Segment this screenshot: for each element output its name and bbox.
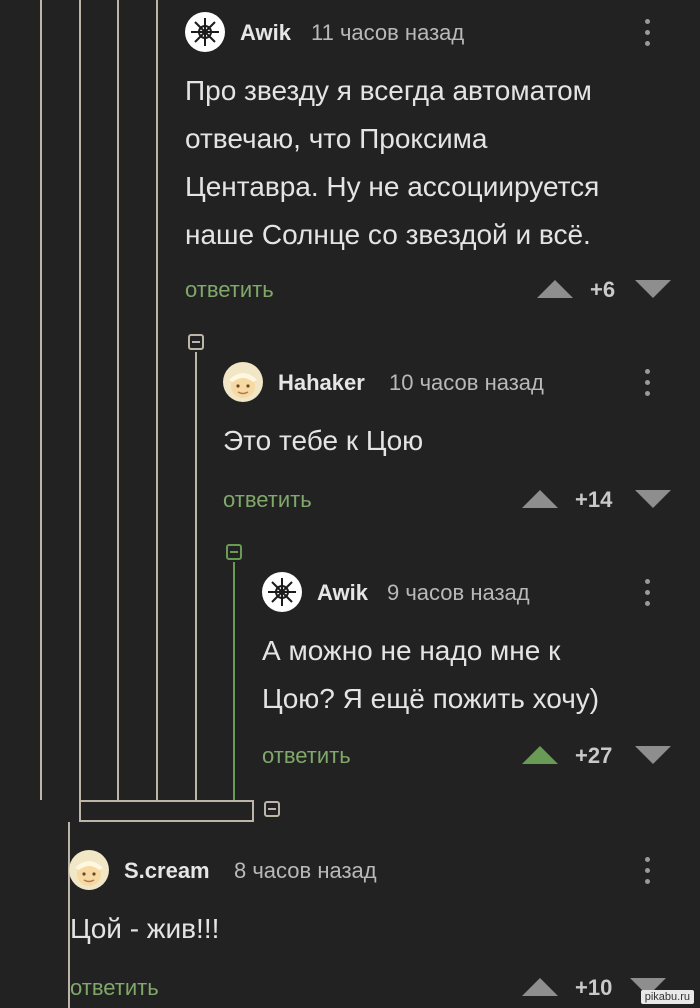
comment-author[interactable]: Hahaker bbox=[278, 370, 365, 396]
comment-author[interactable]: Awik bbox=[317, 580, 368, 606]
more-options-icon[interactable] bbox=[645, 857, 651, 890]
more-options-icon[interactable] bbox=[645, 19, 651, 52]
upvote-icon[interactable] bbox=[537, 280, 573, 298]
comment-time: 9 часов назад bbox=[387, 580, 530, 605]
comment-text: Про звезду я всегда автоматом отвечаю, ч… bbox=[185, 67, 685, 259]
downvote-icon[interactable] bbox=[635, 746, 671, 764]
comment-text-line: Цою? Я ещё пожить хочу) bbox=[262, 683, 600, 714]
star-emblem-icon bbox=[191, 18, 219, 46]
user-avatar[interactable] bbox=[69, 850, 109, 890]
comment-score: +6 bbox=[590, 277, 616, 302]
comment-text-line: А можно не надо мне к bbox=[262, 635, 561, 666]
thread-line[interactable] bbox=[40, 0, 42, 800]
comment-text: А можно не надо мне к Цою? Я ещё пожить … bbox=[262, 627, 682, 723]
comment-text-line: Про звезду я всегда автоматом bbox=[185, 75, 592, 106]
thread-line-active[interactable] bbox=[233, 562, 235, 800]
downvote-icon[interactable] bbox=[635, 490, 671, 508]
comment-text-line: Это тебе к Цою bbox=[223, 425, 424, 456]
upvote-icon[interactable] bbox=[522, 490, 558, 508]
comment-score: +27 bbox=[575, 743, 613, 768]
reply-button[interactable]: ответить bbox=[262, 743, 351, 769]
thread-line bbox=[79, 800, 81, 822]
thread-line bbox=[252, 800, 254, 822]
comment-time: 11 часов назад bbox=[311, 20, 465, 45]
comment-time: 10 часов назад bbox=[389, 370, 544, 395]
comment-text-line: отвечаю, что Проксима bbox=[185, 123, 488, 154]
user-avatar[interactable] bbox=[185, 12, 225, 52]
comment-time: 8 часов назад bbox=[234, 858, 377, 883]
reply-button[interactable]: ответить bbox=[223, 487, 312, 513]
reply-button[interactable]: ответить bbox=[185, 277, 274, 303]
star-emblem-icon bbox=[268, 578, 296, 606]
more-options-icon[interactable] bbox=[645, 369, 651, 402]
user-avatar[interactable] bbox=[223, 362, 263, 402]
comment-text: Это тебе к Цою bbox=[223, 417, 683, 465]
comment-text-line: Цой - жив!!! bbox=[70, 913, 220, 944]
upvote-icon[interactable] bbox=[522, 978, 558, 996]
thread-line[interactable] bbox=[79, 0, 81, 800]
comment-text-line: Центавра. Ну не ассоциируется bbox=[185, 171, 600, 202]
comment-author[interactable]: S.cream bbox=[124, 858, 210, 884]
collapse-thread-button[interactable] bbox=[226, 544, 242, 560]
collapse-thread-button[interactable] bbox=[188, 334, 204, 350]
cartoon-avatar-icon bbox=[75, 861, 103, 886]
thread-line[interactable] bbox=[195, 352, 197, 800]
thread-line[interactable] bbox=[156, 0, 158, 800]
upvote-icon[interactable] bbox=[522, 746, 558, 764]
comment-score: +14 bbox=[575, 487, 613, 512]
comment-text: Цой - жив!!! bbox=[70, 905, 630, 953]
cartoon-avatar-icon bbox=[229, 373, 257, 398]
thread-line[interactable] bbox=[117, 0, 119, 800]
watermark: pikabu.ru bbox=[640, 990, 694, 1004]
comment-text-line: наше Солнце со звездой и всё. bbox=[185, 219, 591, 250]
more-options-icon[interactable] bbox=[645, 579, 651, 612]
collapse-thread-button[interactable] bbox=[264, 801, 280, 817]
comment-author[interactable]: Awik bbox=[240, 20, 291, 46]
user-avatar[interactable] bbox=[262, 572, 302, 612]
comment-score: +10 bbox=[575, 975, 613, 1000]
downvote-icon[interactable] bbox=[635, 280, 671, 298]
thread-line-bottom bbox=[79, 820, 254, 822]
thread-line-bottom bbox=[79, 800, 254, 802]
reply-button[interactable]: ответить bbox=[70, 975, 159, 1001]
